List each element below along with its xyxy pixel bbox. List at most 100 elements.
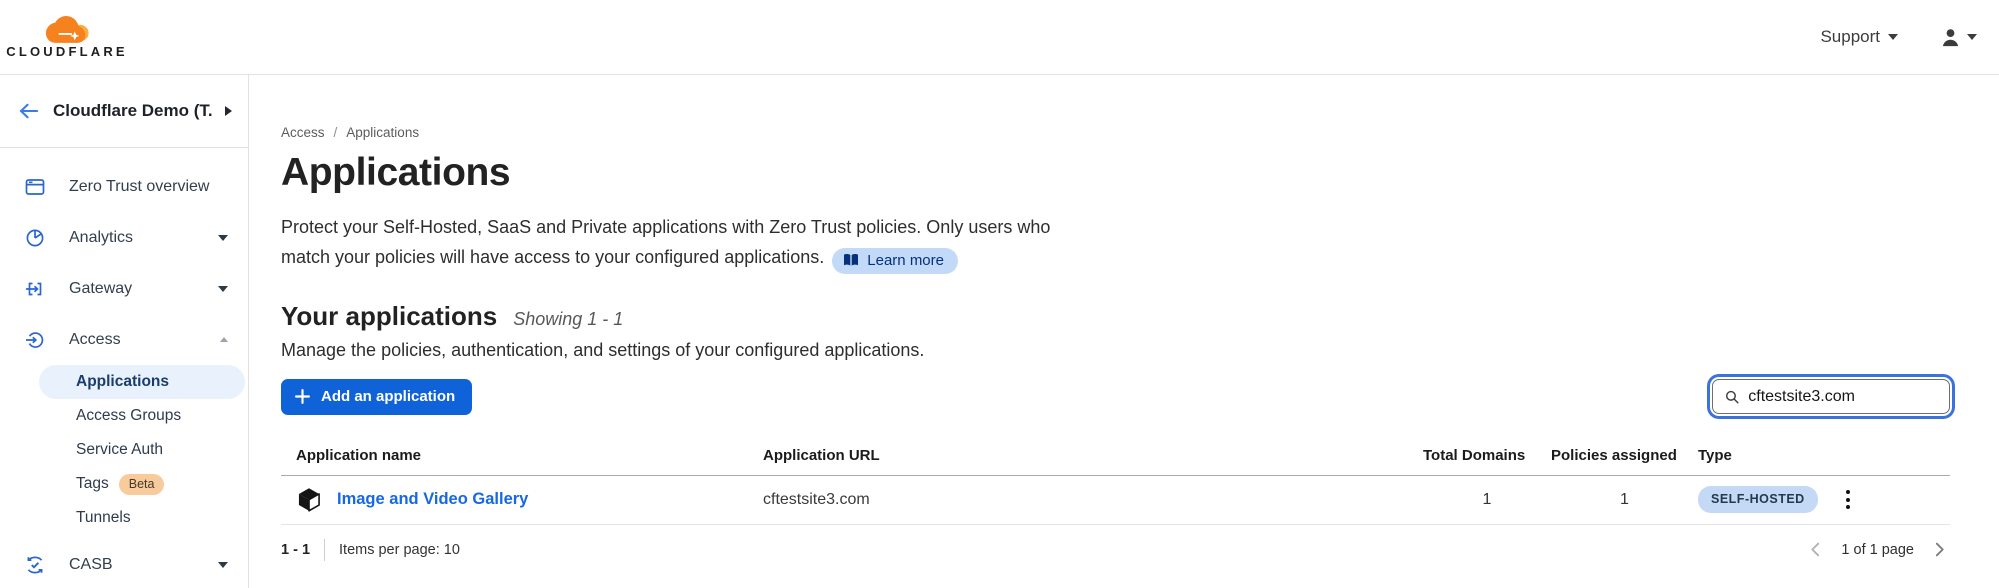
user-account-menu[interactable] [1940,27,1977,48]
page-title: Applications [281,151,1950,195]
overview-window-icon [25,177,45,197]
table-controls: Add an application [281,379,1950,415]
table-row: Image and Video Gallery cftestsite3.com … [281,476,1950,525]
section-header: Your applications Showing 1 - 1 [281,301,1950,332]
casb-shield-check-icon [25,555,45,575]
items-range: 1 - 1 [281,542,310,558]
next-page-button[interactable] [1929,539,1950,560]
access-submenu: Applications Access Groups Service Auth … [0,365,248,535]
support-label: Support [1820,27,1880,47]
add-application-button[interactable]: Add an application [281,379,472,415]
add-application-label: Add an application [321,388,455,405]
row-actions-cell [1838,484,1950,515]
back-arrow-icon[interactable] [17,101,40,121]
breadcrumb-access[interactable]: Access [281,125,325,140]
sidebar-item-access-groups[interactable]: Access Groups [39,399,245,433]
sidebar-item-label: CASB [69,556,194,574]
sidebar-item-applications[interactable]: Applications [39,365,245,399]
sidebar-item-label: Tunnels [76,509,131,527]
table-footer: 1 - 1 Items per page: 10 1 of 1 page [281,525,1950,561]
chevron-right-icon [1931,541,1948,558]
analytics-pie-icon [25,228,45,248]
access-login-icon [25,330,45,350]
application-name-link[interactable]: Image and Video Gallery [337,490,528,509]
sidebar-item-label: Access Groups [76,407,181,425]
cloudflare-logo[interactable]: CLOUDFLARE [14,16,120,59]
account-name[interactable]: Cloudflare Demo (T... [53,101,212,121]
page-description: Protect your Self-Hosted, SaaS and Priva… [281,212,1950,274]
breadcrumb: Access / Applications [281,125,1950,140]
chevron-down-icon [1888,34,1898,40]
sidebar-item-casb[interactable]: CASB [0,539,248,588]
plus-icon [295,389,310,404]
account-header: Cloudflare Demo (T... [0,75,248,148]
chevron-down-icon [218,235,228,241]
support-menu[interactable]: Support [1820,27,1898,47]
cloudflare-wordmark: CLOUDFLARE [6,44,128,59]
type-cell: SELF-HOSTED [1698,486,1838,513]
breadcrumb-separator: / [334,125,338,140]
sidebar-item-label: Tags [76,475,109,493]
sidebar-item-zero-trust-overview[interactable]: Zero Trust overview [0,161,248,212]
search-input[interactable] [1748,388,1937,406]
top-bar-right: Support [1820,27,1977,48]
column-header-application-url: Application URL [763,447,1423,464]
sidebar-item-label: Applications [76,373,169,391]
learn-more-label: Learn more [867,252,944,269]
column-header-total-domains: Total Domains [1423,447,1551,464]
showing-count: Showing 1 - 1 [513,309,623,330]
user-icon [1940,27,1961,48]
footer-divider [324,539,325,561]
application-search [1712,379,1950,414]
column-header-application-name: Application name [281,447,763,464]
top-bar: CLOUDFLARE Support [0,0,1999,75]
sidebar-item-label: Zero Trust overview [69,178,228,196]
section-title: Your applications [281,301,497,332]
app-window: CLOUDFLARE Support Cloudflare Demo (T... [0,0,1999,588]
previous-page-button[interactable] [1805,539,1826,560]
sidebar-item-tunnels[interactable]: Tunnels [39,501,245,535]
book-icon [843,253,859,267]
column-header-policies-assigned: Policies assigned [1551,447,1698,464]
breadcrumb-applications[interactable]: Applications [346,125,419,140]
application-cube-icon [296,486,322,513]
pagination-summary: 1 - 1 Items per page: 10 [281,539,460,561]
sidebar-item-service-auth[interactable]: Service Auth [39,433,245,467]
chevron-down-icon [218,286,228,292]
beta-badge: Beta [119,474,165,495]
sidebar-item-analytics[interactable]: Analytics [0,212,248,263]
learn-more-button[interactable]: Learn more [832,248,958,274]
page-indicator: 1 of 1 page [1841,542,1914,558]
sidebar-item-tags[interactable]: Tags Beta [39,467,245,501]
row-kebab-menu-icon[interactable] [1838,484,1858,515]
total-domains-cell: 1 [1423,491,1551,509]
items-per-page-label[interactable]: Items per page: 10 [339,542,460,558]
type-badge: SELF-HOSTED [1698,486,1818,513]
table-header-row: Application name Application URL Total D… [281,447,1950,476]
gateway-icon [25,279,45,299]
search-icon [1725,389,1739,405]
cloudflare-cloud-icon [40,16,94,43]
pagination-controls: 1 of 1 page [1805,539,1950,560]
sidebar-item-label: Access [69,331,196,349]
account-expand-icon[interactable] [225,106,232,116]
column-header-type: Type [1698,447,1838,464]
chevron-down-icon [218,562,228,568]
chevron-down-icon [1967,34,1977,40]
application-name-cell: Image and Video Gallery [281,486,763,513]
policies-assigned-cell: 1 [1551,491,1698,509]
chevron-up-icon [220,337,228,342]
applications-table: Application name Application URL Total D… [281,447,1950,561]
sidebar-item-label: Service Auth [76,441,163,459]
sidebar: Cloudflare Demo (T... Zero Trust overvie… [0,75,249,588]
page-description-line1: Protect your Self-Hosted, SaaS and Priva… [281,217,1050,237]
section-subtitle: Manage the policies, authentication, and… [281,340,1950,361]
sidebar-item-label: Gateway [69,280,194,298]
application-url-cell: cftestsite3.com [763,491,1423,509]
sidebar-item-label: Analytics [69,229,194,247]
sidebar-nav: Zero Trust overview Analytics [0,148,248,588]
chevron-left-icon [1807,541,1824,558]
sidebar-item-gateway[interactable]: Gateway [0,263,248,314]
main-content: Access / Applications Applications Prote… [250,75,1999,588]
sidebar-item-access[interactable]: Access [0,314,248,365]
